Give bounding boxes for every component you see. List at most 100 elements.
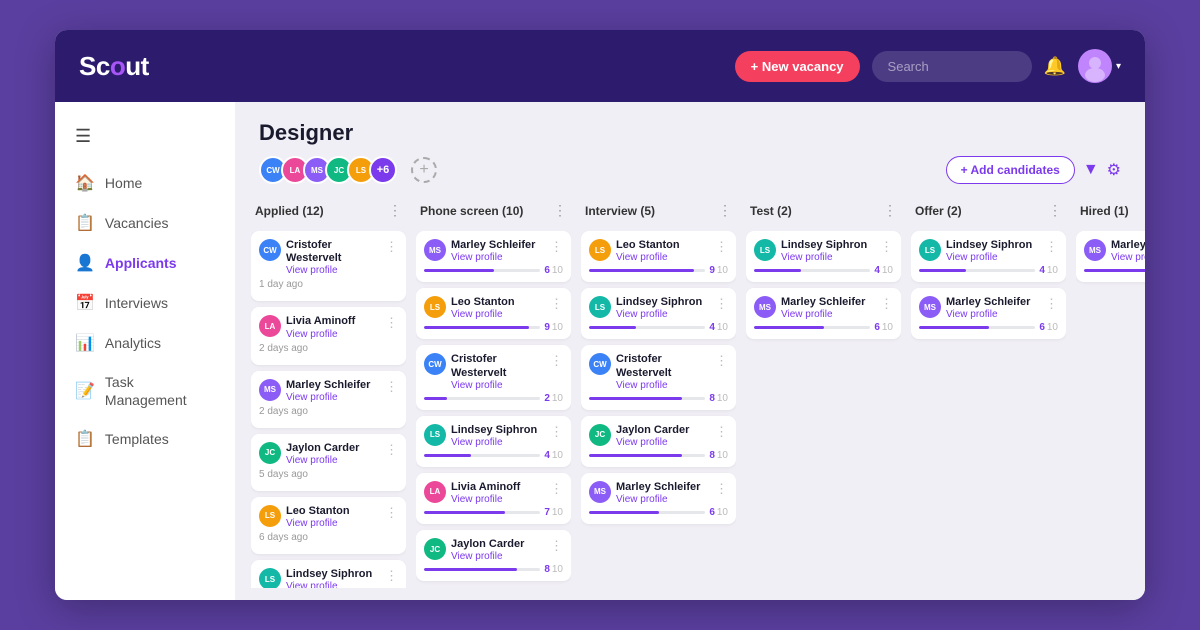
view-profile-link[interactable]: View profile [946,309,1030,320]
card-menu-icon[interactable]: ⋮ [1045,239,1058,255]
score-value: 2 [544,393,550,404]
kanban-scroll[interactable]: Applied (12) ⋮ CW Cristofer Westervelt V… [235,196,1145,600]
candidate-card: LA Livia Aminoff View profile ⋮ 7 10 [416,473,571,524]
card-person: MS Marley Schleifer View profile [424,239,535,263]
card-menu-icon[interactable]: ⋮ [715,296,728,312]
view-profile-link[interactable]: View profile [616,494,700,505]
card-menu-icon[interactable]: ⋮ [385,568,398,584]
card-person: LS Lindsey Siphron View profile [259,568,372,588]
kanban-column-interview: Interview (5) ⋮ LS Leo Stanton View prof… [581,196,736,588]
card-menu-icon[interactable]: ⋮ [715,424,728,440]
candidate-card: CW Cristofer Westervelt View profile ⋮ 8 [581,345,736,409]
sidebar-item-interviews[interactable]: 📅 Interviews [55,283,235,323]
card-menu-icon[interactable]: ⋮ [385,315,398,331]
view-profile-link[interactable]: View profile [451,437,537,448]
column-menu-icon[interactable]: ⋮ [718,202,732,219]
card-menu-icon[interactable]: ⋮ [880,239,893,255]
kanban-column-offer: Offer (2) ⋮ LS Lindsey Siphron View prof… [911,196,1066,588]
column-menu-icon[interactable]: ⋮ [1048,202,1062,219]
card-menu-icon[interactable]: ⋮ [550,424,563,440]
add-candidates-button[interactable]: + Add candidates [946,156,1075,184]
card-header: LS Lindsey Siphron View profile ⋮ [919,239,1058,263]
view-profile-link[interactable]: View profile [946,252,1032,263]
view-profile-link[interactable]: View profile [781,252,867,263]
score-bar-wrap [919,326,1035,329]
card-person: MS Marley Schleifer View profile [589,481,700,505]
score-max: 10 [882,265,893,276]
score-value: 8 [544,564,550,575]
new-vacancy-button[interactable]: + New vacancy [735,51,860,82]
sidebar-item-templates[interactable]: 📋 Templates [55,419,235,459]
view-profile-link[interactable]: View profile [451,309,515,320]
card-name: Jaylon Carder [286,442,359,455]
score-bar-wrap [424,511,540,514]
score-bar [919,326,989,329]
card-person: LS Lindsey Siphron View profile [589,296,702,320]
score-bar [424,269,494,272]
card-menu-icon[interactable]: ⋮ [715,239,728,255]
settings-icon[interactable]: ⚙ [1107,160,1121,180]
score-numbers: 9 10 [709,265,728,276]
view-profile-link[interactable]: View profile [781,309,865,320]
card-info: Lindsey Siphron View profile [451,424,537,448]
card-menu-icon[interactable]: ⋮ [550,296,563,312]
card-menu-icon[interactable]: ⋮ [385,239,398,255]
view-profile-link[interactable]: View profile [451,252,535,263]
score-bar [589,269,694,272]
card-menu-icon[interactable]: ⋮ [550,481,563,497]
candidate-card: MS Marley Schleifer View profile ⋮ 6 [1076,231,1145,282]
add-avatar-button[interactable]: + [411,157,437,183]
sidebar-item-vacancies[interactable]: 📋 Vacancies [55,203,235,243]
card-avatar: LS [754,239,776,261]
card-name: Lindsey Siphron [616,296,702,309]
card-menu-icon[interactable]: ⋮ [715,353,728,369]
card-menu-icon[interactable]: ⋮ [715,481,728,497]
card-menu-icon[interactable]: ⋮ [880,296,893,312]
view-profile-link[interactable]: View profile [616,437,689,448]
card-menu-icon[interactable]: ⋮ [550,239,563,255]
card-name: Marley Schleifer [946,296,1030,309]
sidebar-item-task-management[interactable]: 📝 Task Management [55,363,235,419]
view-profile-link[interactable]: View profile [1111,252,1145,263]
card-name: Marley Schleifer [616,481,700,494]
view-profile-link[interactable]: View profile [616,380,715,391]
view-profile-link[interactable]: View profile [286,265,385,276]
view-profile-link[interactable]: View profile [451,380,550,391]
menu-hamburger-icon[interactable]: ☰ [55,118,235,163]
card-menu-icon[interactable]: ⋮ [550,353,563,369]
sidebar-item-analytics[interactable]: 📊 Analytics [55,323,235,363]
score-numbers: 8 10 [709,393,728,404]
card-name: Livia Aminoff [451,481,520,494]
card-menu-icon[interactable]: ⋮ [385,505,398,521]
card-info: Livia Aminoff View profile [451,481,520,505]
card-header: MS Marley Schleifer View profile ⋮ [754,296,893,320]
notification-icon[interactable]: 🔔 [1044,56,1066,77]
card-menu-icon[interactable]: ⋮ [385,379,398,395]
view-profile-link[interactable]: View profile [286,518,350,529]
sidebar-item-applicants[interactable]: 👤 Applicants [55,243,235,283]
search-input[interactable] [872,51,1032,82]
user-avatar-wrap[interactable]: ▾ [1078,49,1121,83]
sidebar-item-home[interactable]: 🏠 Home [55,163,235,203]
view-profile-link[interactable]: View profile [286,392,370,403]
card-menu-icon[interactable]: ⋮ [385,442,398,458]
view-profile-link[interactable]: View profile [286,455,359,466]
candidate-card: LS Lindsey Siphron View profile ⋮ 4 1 [911,231,1066,282]
task-management-icon: 📝 [75,381,95,401]
column-menu-icon[interactable]: ⋮ [553,202,567,219]
card-info: Marley Schleifer View profile [1111,239,1145,263]
view-profile-link[interactable]: View profile [286,329,355,340]
card-person: JC Jaylon Carder View profile [589,424,689,448]
score-max: 10 [717,265,728,276]
view-profile-link[interactable]: View profile [451,494,520,505]
view-profile-link[interactable]: View profile [286,581,372,588]
card-menu-icon[interactable]: ⋮ [1045,296,1058,312]
view-profile-link[interactable]: View profile [616,252,680,263]
column-menu-icon[interactable]: ⋮ [388,202,402,219]
column-menu-icon[interactable]: ⋮ [883,202,897,219]
view-profile-link[interactable]: View profile [616,309,702,320]
view-profile-link[interactable]: View profile [451,551,524,562]
column-cards: MS Marley Schleifer View profile ⋮ 6 [1076,231,1145,588]
card-menu-icon[interactable]: ⋮ [550,538,563,554]
filter-icon[interactable]: ▼ [1083,161,1099,179]
